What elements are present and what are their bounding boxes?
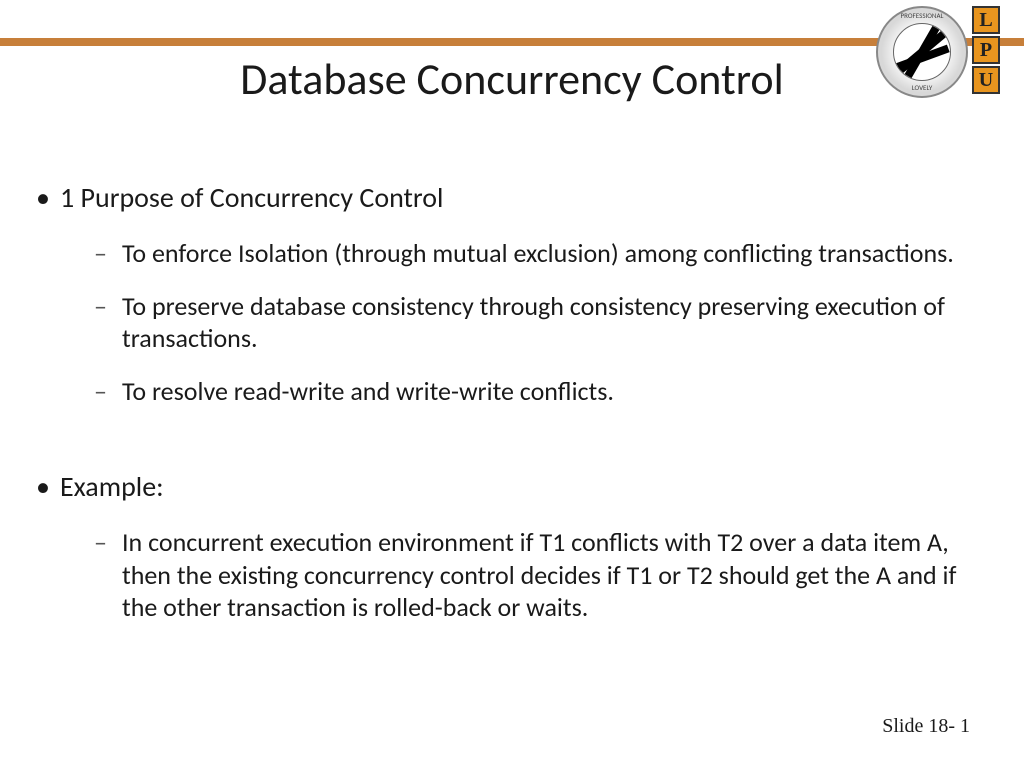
slide-number: Slide 18- 1 bbox=[882, 715, 970, 738]
bullet-point: To enforce Isolation (through mutual exc… bbox=[94, 237, 980, 270]
lpu-letters: L P U bbox=[972, 6, 1000, 94]
section-heading-example: Example: bbox=[36, 469, 988, 504]
slide-title: Database Concurrency Control bbox=[0, 52, 1024, 106]
bullet-point: In concurrent execution environment if T… bbox=[94, 526, 980, 624]
section-heading-purpose: 1 Purpose of Concurrency Control bbox=[36, 180, 988, 215]
lpu-letter-u: U bbox=[972, 66, 1000, 94]
bullet-point: To resolve read-write and write-write co… bbox=[94, 375, 980, 408]
seal-inner bbox=[893, 23, 951, 81]
header-bar bbox=[0, 38, 1024, 46]
slide-content: 1 Purpose of Concurrency Control To enfo… bbox=[36, 180, 988, 644]
university-seal-icon: PROFESSIONAL LOVELY bbox=[876, 6, 968, 98]
bullet-point: To preserve database consistency through… bbox=[94, 290, 980, 355]
seal-text-bottom: LOVELY bbox=[878, 83, 966, 92]
lpu-letter-p: P bbox=[972, 36, 1000, 64]
logo-group: PROFESSIONAL LOVELY L P U bbox=[876, 6, 1000, 98]
seal-text-top: PROFESSIONAL bbox=[878, 11, 966, 20]
lpu-letter-l: L bbox=[972, 6, 1000, 34]
